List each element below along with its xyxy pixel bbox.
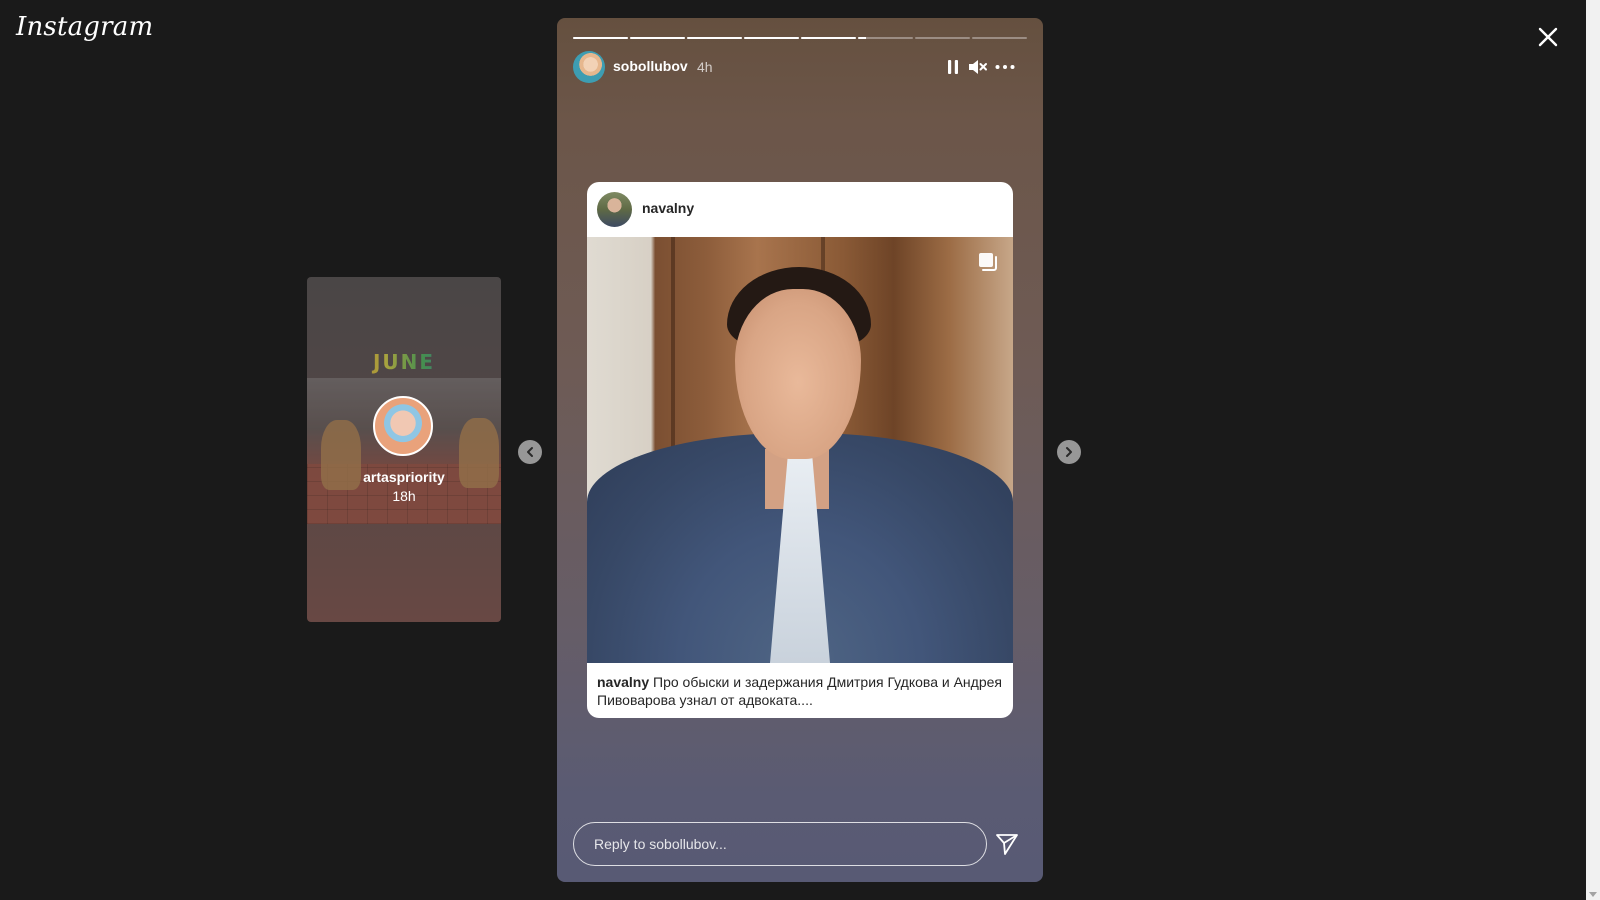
- shared-post-caption: navalny Про обыски и задержания Дмитрия …: [597, 673, 1003, 709]
- active-story[interactable]: sobollubov 4h navalny navalny Про обыски…: [557, 18, 1043, 882]
- mute-button[interactable]: [965, 55, 989, 79]
- progress-segment: [972, 37, 1027, 39]
- progress-segment-fill: [858, 37, 867, 39]
- progress-segment: [573, 37, 628, 39]
- progress-segment: [858, 37, 913, 39]
- side-story-username: artaspriority: [363, 469, 445, 485]
- shared-post-header: navalny: [587, 182, 1013, 237]
- pause-icon: [948, 60, 958, 74]
- story-viewer: Instagram JUNE artaspriority 18h sobollu…: [0, 0, 1600, 900]
- shared-post-username: navalny: [642, 200, 695, 216]
- more-options-button[interactable]: [993, 55, 1017, 79]
- side-story-time: 18h: [392, 488, 416, 504]
- previous-story-preview[interactable]: JUNE artaspriority 18h: [307, 277, 501, 622]
- progress-segment-fill: [630, 37, 685, 39]
- progress-segment-fill: [801, 37, 856, 39]
- caption-username: navalny: [597, 674, 650, 690]
- story-header: sobollubov 4h: [573, 51, 1027, 83]
- next-story-button[interactable]: [1057, 440, 1081, 464]
- progress-segment: [687, 37, 742, 39]
- progress-segment-fill: [573, 37, 628, 39]
- story-author-username[interactable]: sobollubov: [613, 58, 688, 74]
- caption-text: Про обыски и задержания Дмитрия Гудкова …: [597, 674, 1002, 708]
- progress-segment: [630, 37, 685, 39]
- volume-muted-icon: [969, 60, 987, 74]
- chevron-right-icon: [1066, 447, 1072, 457]
- progress-segment-fill: [744, 37, 799, 39]
- carousel-multiple-icon: [979, 253, 997, 271]
- story-progress-bar: [573, 37, 1027, 39]
- story-image-text: JUNE: [307, 350, 501, 374]
- close-button[interactable]: [1533, 22, 1563, 52]
- shared-post-photo: [587, 237, 1013, 663]
- send-button[interactable]: [994, 831, 1020, 857]
- scroll-down-arrow-icon[interactable]: [1589, 892, 1597, 897]
- previous-story-button[interactable]: [518, 440, 542, 464]
- progress-segment: [744, 37, 799, 39]
- chevron-left-icon: [527, 447, 533, 457]
- story-timestamp: 4h: [697, 59, 713, 75]
- progress-segment: [801, 37, 856, 39]
- shared-post-avatar: [597, 192, 632, 227]
- reply-input[interactable]: [573, 822, 987, 866]
- photo-face: [735, 289, 861, 459]
- page-scrollbar[interactable]: [1586, 0, 1600, 900]
- close-icon: [1538, 27, 1558, 47]
- instagram-logo[interactable]: Instagram: [16, 12, 153, 42]
- more-options-icon: [995, 65, 1015, 69]
- side-story-avatar: [373, 396, 433, 456]
- progress-segment-fill: [687, 37, 742, 39]
- progress-segment: [915, 37, 970, 39]
- send-paper-plane-icon: [996, 834, 1018, 855]
- pause-button[interactable]: [941, 55, 965, 79]
- shared-post-card[interactable]: navalny navalny Про обыски и задержания …: [587, 182, 1013, 718]
- story-author-avatar[interactable]: [573, 51, 605, 83]
